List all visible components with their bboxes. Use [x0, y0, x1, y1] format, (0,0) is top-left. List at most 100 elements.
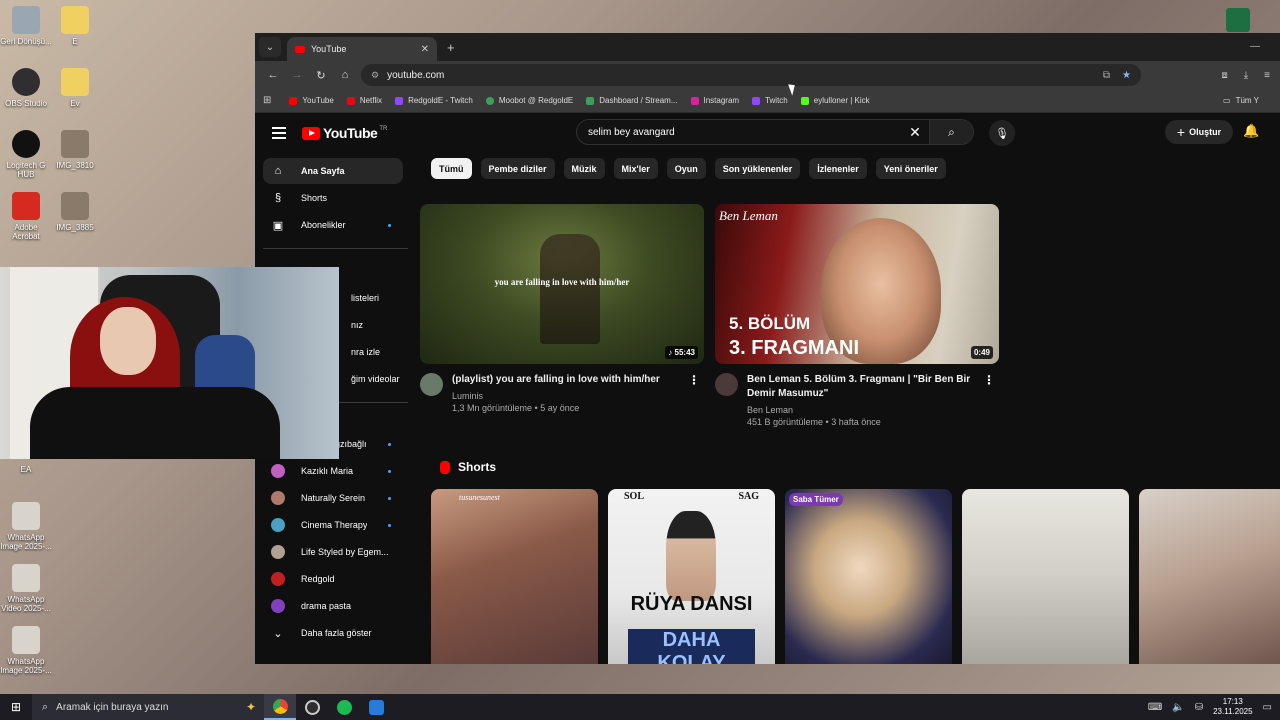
bookmark-instagram[interactable]: Instagram [690, 96, 739, 105]
more-options-icon[interactable]: ⋮ [983, 373, 995, 387]
chip-gaming[interactable]: Oyun [666, 158, 706, 179]
channel-name[interactable]: Ben Leman [747, 404, 982, 416]
desktop-icon-e[interactable]: E [49, 6, 101, 46]
sidebar-item-subscriptions[interactable]: ▣ Abonelikler [263, 212, 403, 238]
obs-icon [304, 699, 320, 715]
tab-youtube[interactable]: YouTube ✕ [287, 37, 437, 61]
sidebar-sub-cinema[interactable]: Cinema Therapy [263, 512, 403, 538]
bookmark-twitch[interactable]: Twitch [752, 96, 788, 105]
desktop-icon-ev[interactable]: Ev [49, 68, 101, 108]
chip-watched[interactable]: İzlenenler [809, 158, 867, 179]
file-icon [61, 6, 89, 34]
clock[interactable]: 17:13 23.11.2025 [1213, 697, 1252, 717]
tab-close-icon[interactable]: ✕ [421, 44, 429, 55]
desktop-icon-recycle-bin[interactable]: Geri Dönüşü... [0, 6, 52, 46]
volume-icon[interactable]: 🔈 [1172, 702, 1184, 713]
avatar [271, 572, 285, 586]
video-card[interactable]: you are falling in love with him/her ♪ 5… [420, 204, 704, 428]
short-card[interactable]: Saba Tümer [785, 489, 952, 664]
short-card[interactable]: tusunesunest [431, 489, 598, 664]
youtube-favicon-icon [295, 45, 305, 53]
sidebar-sub-dramapasta[interactable]: drama pasta [263, 593, 403, 619]
video-card[interactable]: Ben Leman 5. BÖLÜM 3. FRAGMANI 0:49 Ben … [715, 204, 999, 428]
video-thumbnail[interactable]: Ben Leman 5. BÖLÜM 3. FRAGMANI 0:49 [715, 204, 999, 364]
desktop-icon-ea[interactable]: EA [0, 465, 52, 474]
taskbar-photos[interactable] [360, 694, 392, 720]
desktop-icon-whatsapp-image-1[interactable]: WhatsApp Image 2025-... [0, 502, 52, 551]
channel-avatar[interactable] [715, 373, 738, 396]
all-bookmarks[interactable]: ▭ Tüm Y [1223, 96, 1259, 105]
menu-icon[interactable]: ≡ [1264, 70, 1270, 81]
desktop-icon-obs[interactable]: OBS Studio [0, 68, 52, 108]
youtube-logo[interactable]: YouTube TR [302, 125, 387, 141]
taskbar-obs[interactable] [296, 694, 328, 720]
new-tab-button[interactable]: + [447, 40, 455, 55]
sidebar-sub-naturally[interactable]: Naturally Serein [263, 485, 403, 511]
desktop-icon-whatsapp-video[interactable]: WhatsApp Video 2025-... [0, 564, 52, 613]
taskbar-spotify[interactable] [328, 694, 360, 720]
chip-recently-uploaded[interactable]: Son yüklenenler [714, 158, 801, 179]
desktop-icon-img3885[interactable]: IMG_3885 [49, 192, 101, 232]
channel-name[interactable]: Luminis [452, 390, 687, 402]
bookmark-twitch-redgolde[interactable]: RedgoldE - Twitch [395, 96, 473, 105]
bookmark-kick[interactable]: eylulloner | Kick [800, 96, 870, 105]
search-input[interactable]: selim bey avangard [577, 127, 901, 138]
chip-soap-operas[interactable]: Pembe diziler [480, 158, 555, 179]
install-app-icon[interactable]: ⧉ [1103, 70, 1110, 81]
sidebar-item-home[interactable]: ⌂ Ana Sayfa [263, 158, 403, 184]
desktop-icon-logitech[interactable]: Logitech G HUB [0, 130, 52, 179]
chip-new-to-you[interactable]: Yeni öneriler [875, 158, 946, 179]
desktop-icon-acrobat[interactable]: Adobe Acrobat [0, 192, 52, 241]
sidebar-sub-lifestyled[interactable]: Life Styled by Egem... [263, 539, 403, 565]
network-icon[interactable]: ⛁ [1195, 702, 1203, 713]
taskbar-chrome[interactable] [264, 694, 296, 720]
apps-icon[interactable]: ⊞ [263, 95, 271, 106]
start-button[interactable]: ⊞ [0, 700, 32, 714]
tab-bar: ⌄ YouTube ✕ + — [255, 33, 1280, 61]
sidebar-sub-redgold[interactable]: Redgold [263, 566, 403, 592]
notifications-bell-icon[interactable]: 🔔 [1243, 123, 1259, 139]
home-icon[interactable]: ⌂ [333, 69, 357, 81]
search-box[interactable]: selim bey avangard ✕ ⌕ [576, 119, 974, 145]
chip-music[interactable]: Müzik [563, 158, 605, 179]
bookmark-dashboard[interactable]: Dashboard / Stream... [586, 96, 678, 105]
clear-search-icon[interactable]: ✕ [901, 124, 929, 141]
bookmark-netflix[interactable]: Netflix [346, 96, 382, 105]
chip-mixes[interactable]: Mix'ler [613, 158, 658, 179]
notifications-icon[interactable]: ▭ [1263, 702, 1272, 713]
voice-search-button[interactable]: 🎙 [989, 120, 1015, 146]
sidebar-sub-kazikli[interactable]: Kazıklı Maria [263, 458, 403, 484]
excel-icon[interactable] [1226, 8, 1250, 32]
bookmark-youtube[interactable]: YouTube [289, 96, 334, 105]
bookmark-star-icon[interactable]: ★ [1122, 70, 1131, 81]
video-title[interactable]: (playlist) you are falling in love with … [452, 373, 687, 387]
copilot-sparkle-icon: ✦ [245, 700, 256, 714]
video-title[interactable]: Ben Leman 5. Bölüm 3. Fragmanı | "Bir Be… [747, 373, 982, 401]
sidebar-show-more[interactable]: ⌄ Daha fazla göster [263, 620, 403, 646]
bookmark-moobot[interactable]: Moobot @ RedgoldE [485, 96, 573, 105]
desktop-icon-img3810[interactable]: IMG_3810 [49, 130, 101, 170]
channel-avatar[interactable] [420, 373, 443, 396]
chip-all[interactable]: Tümü [431, 158, 472, 179]
extensions-icon[interactable]: ⧈ [1221, 70, 1227, 81]
create-button[interactable]: + Oluştur [1165, 120, 1233, 144]
minimize-icon[interactable]: — [1250, 41, 1260, 52]
more-options-icon[interactable]: ⋮ [688, 373, 700, 387]
sidebar-item-shorts[interactable]: § Shorts [263, 185, 403, 211]
short-card[interactable]: SOL SAG RÜYA DANSI DAHA KOLAY [608, 489, 775, 664]
site-info-icon[interactable]: ⚙ [371, 70, 379, 81]
reload-icon[interactable]: ↻ [309, 69, 333, 82]
desktop-icon-whatsapp-image-2[interactable]: WhatsApp Image 2025-... [0, 626, 52, 675]
forward-icon[interactable]: → [285, 69, 309, 81]
keyboard-icon[interactable]: ⌨ [1148, 702, 1162, 713]
hamburger-menu-icon[interactable] [272, 124, 286, 142]
address-bar[interactable]: ⚙ youtube.com ⧉ ★ [361, 64, 1141, 86]
short-card[interactable] [1139, 489, 1280, 664]
downloads-icon[interactable]: ⤓ [1244, 70, 1248, 81]
search-button[interactable]: ⌕ [929, 120, 973, 144]
video-thumbnail[interactable]: you are falling in love with him/her ♪ 5… [420, 204, 704, 364]
back-icon[interactable]: ← [261, 69, 285, 81]
taskbar-search[interactable]: ⌕ Aramak için buraya yazın ✦ [32, 694, 264, 720]
tab-search-button[interactable]: ⌄ [259, 37, 281, 57]
short-card[interactable] [962, 489, 1129, 664]
